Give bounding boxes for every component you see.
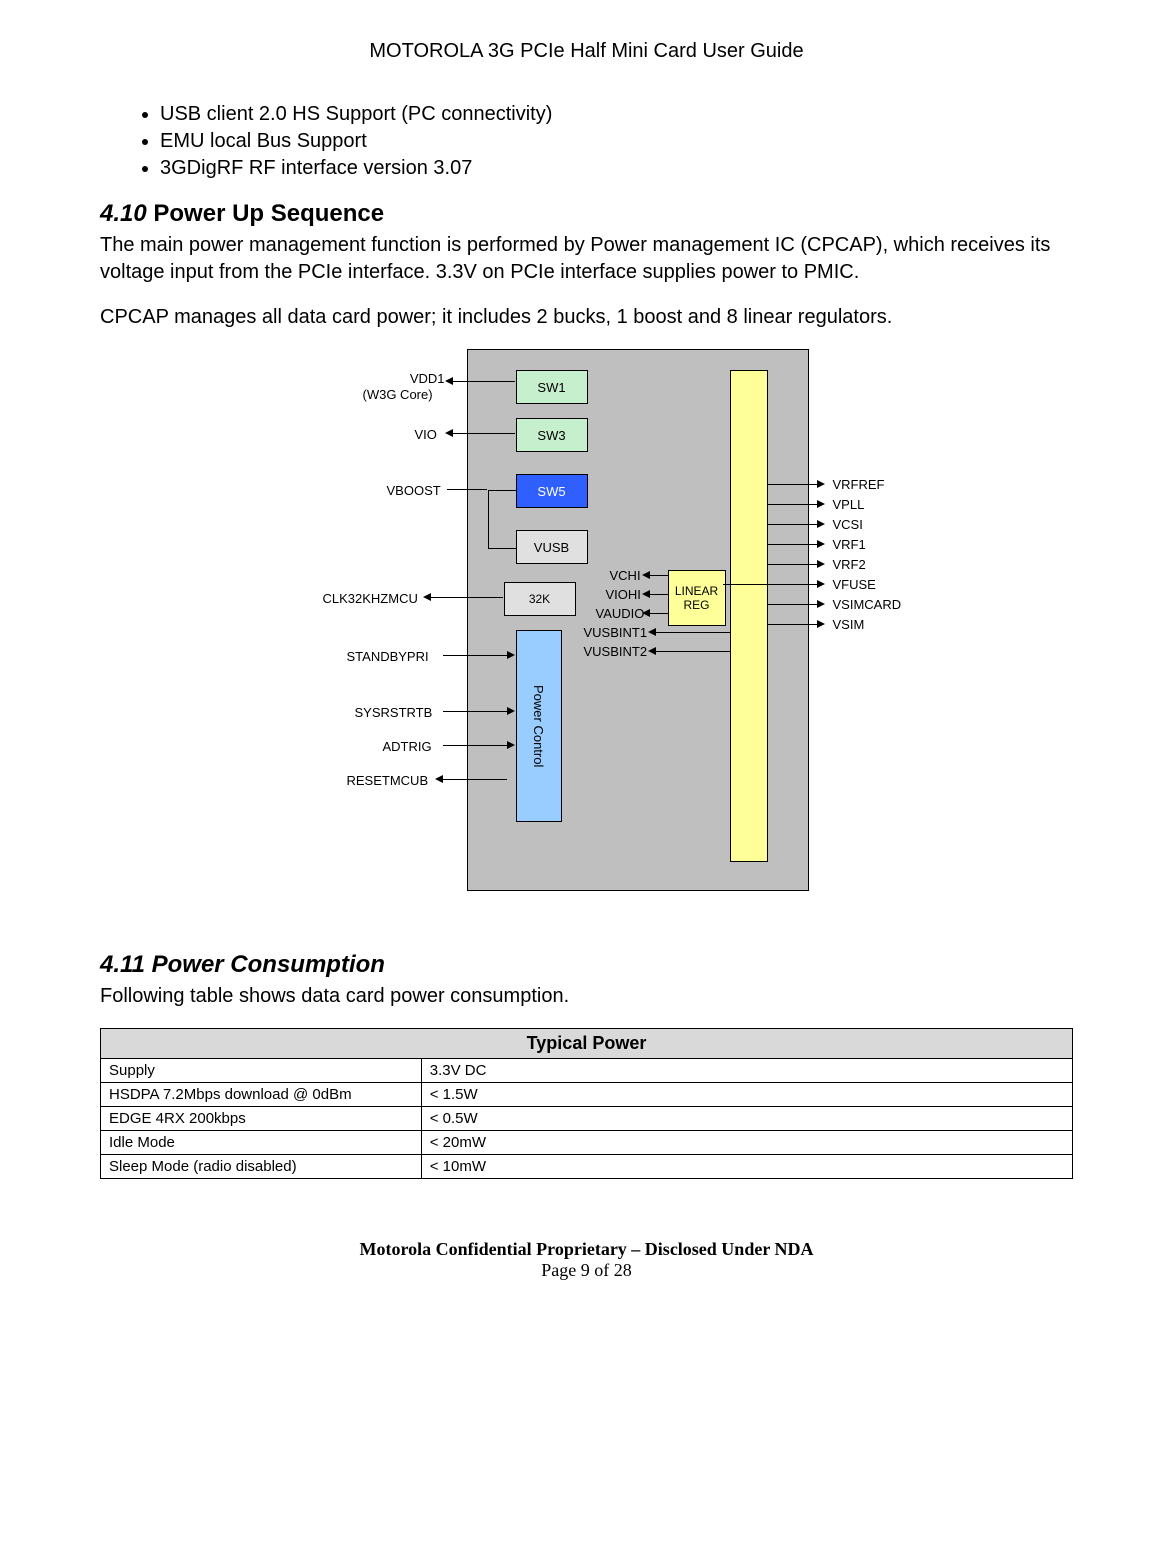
block-linear-reg: LINEAR REG (668, 570, 726, 626)
power-consumption-table: Typical Power Supply3.3V DC HSDPA 7.2Mbp… (100, 1028, 1073, 1179)
table-row: Idle Mode< 20mW (101, 1131, 1073, 1155)
paragraph: The main power management function is pe… (100, 232, 1073, 286)
paragraph: Following table shows data card power co… (100, 983, 1073, 1010)
pmic-chip-outline: SW1 SW3 SW5 VUSB 32K Power Control LINEA… (467, 349, 809, 891)
label-vrfref: VRFREF (833, 477, 885, 492)
section-title: Power Up Sequence (153, 200, 384, 227)
label-vusbint2: VUSBINT2 (584, 644, 648, 659)
label-viohi: VIOHI (606, 587, 641, 602)
label-sysrst: SYSRSTRTB (355, 705, 433, 720)
table-header: Typical Power (101, 1029, 1073, 1059)
page-header: MOTOROLA 3G PCIe Half Mini Card User Gui… (100, 40, 1073, 63)
label-vsimcard: VSIMCARD (833, 597, 902, 612)
list-item: EMU local Bus Support (160, 130, 1073, 153)
block-sw5: SW5 (516, 474, 588, 508)
block-power-control: Power Control (516, 630, 562, 822)
label-clk32: CLK32KHZMCU (323, 591, 418, 606)
page-footer: Motorola Confidential Proprietary – Disc… (100, 1239, 1073, 1281)
section-number: 4.10 (100, 200, 147, 227)
label-vsim: VSIM (833, 617, 865, 632)
label-vpll: VPLL (833, 497, 865, 512)
block-sw1: SW1 (516, 370, 588, 404)
label-vusbint1: VUSBINT1 (584, 625, 648, 640)
linear-reg-bar (730, 370, 768, 862)
pmic-block-diagram: SW1 SW3 SW5 VUSB 32K Power Control LINEA… (307, 349, 867, 891)
footer-page-number: Page 9 of 28 (100, 1260, 1073, 1281)
label-vio: VIO (415, 427, 437, 442)
label-adtrig: ADTRIG (383, 739, 432, 754)
section-number: 4.11 (100, 951, 145, 978)
table-row: Supply3.3V DC (101, 1059, 1073, 1083)
table-row: HSDPA 7.2Mbps download @ 0dBm< 1.5W (101, 1083, 1073, 1107)
section-heading-410: 4.10 Power Up Sequence (100, 200, 1073, 228)
table-row: Sleep Mode (radio disabled)< 10mW (101, 1155, 1073, 1179)
table-row: EDGE 4RX 200kbps< 0.5W (101, 1107, 1073, 1131)
label-resetmcub: RESETMCUB (347, 773, 429, 788)
feature-bullets: USB client 2.0 HS Support (PC connectivi… (160, 103, 1073, 180)
label-vboost: VBOOST (387, 483, 441, 498)
label-vdd1-sub: (W3G Core) (363, 387, 433, 402)
block-sw3: SW3 (516, 418, 588, 452)
label-vdd1: VDD1 (385, 371, 445, 386)
footer-confidential: Motorola Confidential Proprietary – Disc… (100, 1239, 1073, 1260)
label-vrf1: VRF1 (833, 537, 866, 552)
label-vrf2: VRF2 (833, 557, 866, 572)
label-standby: STANDBYPRI (347, 649, 429, 664)
section-title: Power Consumption (152, 951, 385, 978)
block-32k: 32K (504, 582, 576, 616)
label-vfuse: VFUSE (833, 577, 876, 592)
list-item: USB client 2.0 HS Support (PC connectivi… (160, 103, 1073, 126)
list-item: 3GDigRF RF interface version 3.07 (160, 157, 1073, 180)
label-vchi: VCHI (610, 568, 641, 583)
label-vaudio: VAUDIO (596, 606, 645, 621)
label-vcsi: VCSI (833, 517, 863, 532)
section-heading-411: 4.11 Power Consumption (100, 951, 1073, 979)
block-vusb: VUSB (516, 530, 588, 564)
paragraph: CPCAP manages all data card power; it in… (100, 304, 1073, 331)
